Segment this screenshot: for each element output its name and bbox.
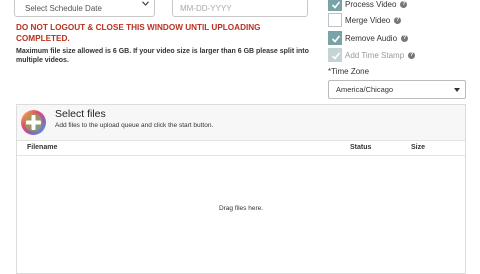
help-icon[interactable]: ? — [394, 16, 402, 24]
time-zone-value: America/Chicago — [336, 85, 394, 94]
help-icon[interactable]: ? — [401, 34, 409, 42]
process-video-label: Process Video — [345, 0, 397, 9]
help-icon[interactable]: ? — [400, 0, 408, 8]
upload-warning: DO NOT LOGOUT & CLOSE THIS WINDOW UNTIL … — [16, 23, 261, 43]
add-time-stamp-checkbox — [328, 48, 342, 62]
process-video-checkbox[interactable] — [328, 0, 342, 11]
schedule-date-select-value: Select Schedule Date — [25, 4, 102, 13]
checkmark-icon — [331, 52, 341, 60]
time-zone-select[interactable]: America/Chicago — [328, 80, 466, 99]
remove-audio-checkbox[interactable] — [328, 31, 342, 45]
schedule-date-select[interactable]: Select Schedule Date — [14, 0, 155, 17]
time-zone-label: *Time Zone — [328, 67, 370, 76]
add-time-stamp-label: Add Time Stamp — [345, 50, 405, 60]
checkmark-icon — [331, 1, 341, 9]
merge-video-label: Merge Video — [345, 15, 391, 25]
column-filename: Filename — [27, 144, 58, 151]
remove-audio-label: Remove Audio — [345, 33, 398, 43]
option-remove-audio[interactable]: Remove Audio ? — [328, 31, 409, 45]
checkmark-icon — [331, 35, 341, 43]
merge-video-checkbox[interactable] — [328, 13, 342, 27]
option-process-video[interactable]: Process Video ? — [328, 0, 408, 11]
column-status: Status — [350, 144, 372, 151]
dropdown-arrow-icon — [454, 88, 460, 92]
drop-zone-text: Drag files here. — [218, 205, 264, 212]
column-size: Size — [411, 144, 426, 151]
select-files-button[interactable]: Select files — [55, 108, 106, 120]
option-merge-video[interactable]: Merge Video ? — [328, 13, 402, 27]
option-add-time-stamp: Add Time Stamp ? — [328, 48, 416, 62]
add-files-icon[interactable] — [20, 109, 47, 136]
select-files-hint: Add files to the upload queue and click … — [55, 122, 214, 129]
date-placeholder: MM-DD-YYYY — [180, 4, 232, 13]
file-size-note: Maximum file size allowed is 6 GB. If yo… — [16, 48, 309, 64]
schedule-date-input[interactable]: MM-DD-YYYY — [172, 0, 308, 17]
file-table-header: Filename Status Size — [17, 141, 465, 156]
help-icon[interactable]: ? — [408, 51, 416, 59]
chevron-down-icon — [142, 1, 149, 6]
